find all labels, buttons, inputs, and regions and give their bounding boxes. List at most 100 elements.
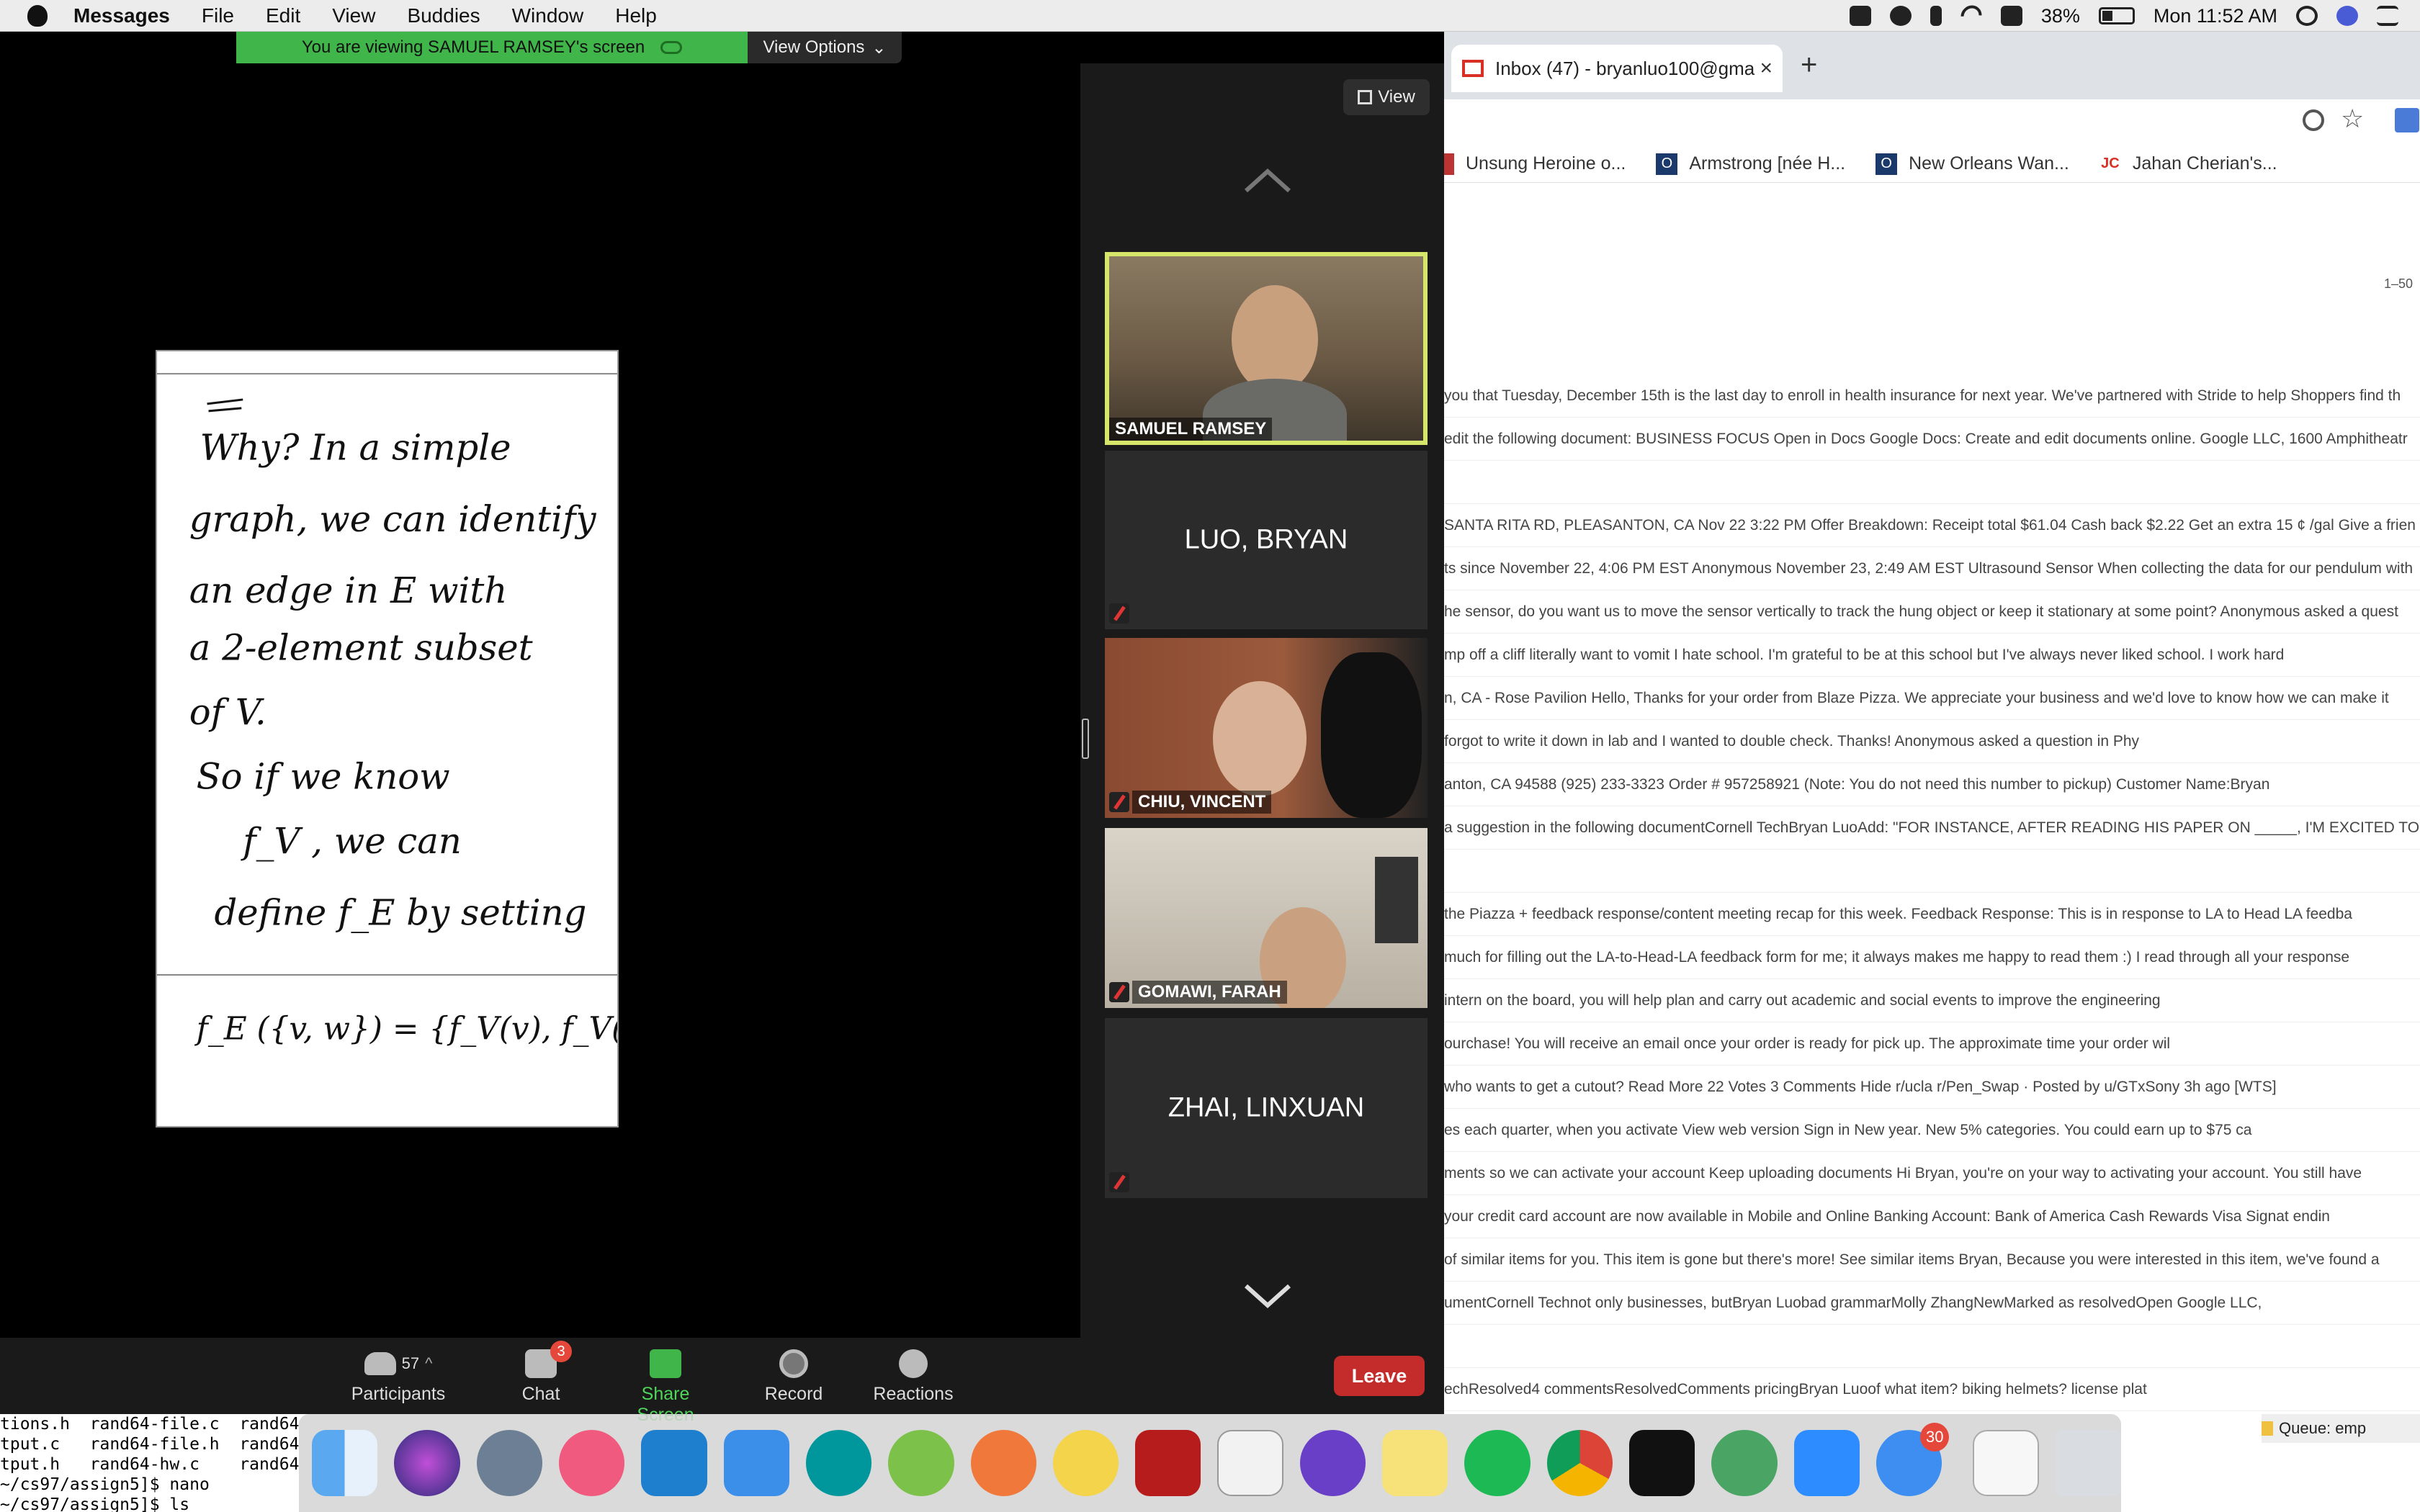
panel-resize-handle[interactable] xyxy=(1082,719,1089,759)
zoom-status-icon[interactable] xyxy=(1849,6,1871,26)
new-tab-button[interactable]: + xyxy=(1801,49,1817,81)
bookmark-item[interactable]: Unsung Heroine o... xyxy=(1444,153,1626,175)
email-row[interactable]: edit the following document: BUSINESS FO… xyxy=(1444,418,2420,461)
chevron-up-icon[interactable] xyxy=(1242,166,1293,194)
menu-view[interactable]: View xyxy=(332,4,375,27)
spotify-icon[interactable] xyxy=(1464,1430,1531,1496)
terminal-dock-icon[interactable] xyxy=(1629,1430,1695,1496)
close-tab-icon[interactable]: × xyxy=(1760,56,1773,81)
status-area: 38% Mon 11:52 AM xyxy=(1849,0,2398,32)
trash-icon[interactable] xyxy=(2055,1430,2121,1496)
whiteboard-line-6: So if we know xyxy=(197,756,450,798)
zoom-magnifier-icon[interactable] xyxy=(2303,109,2324,131)
zoom-dock-icon[interactable] xyxy=(1793,1430,1860,1496)
chevron-down-icon: ⌄ xyxy=(871,37,887,58)
music-icon[interactable] xyxy=(558,1430,625,1496)
menu-help[interactable]: Help xyxy=(615,4,657,27)
bookmark-item[interactable]: JC Jahan Cherian's... xyxy=(2099,153,2277,175)
video-tile-zhai-linxuan[interactable]: ZHAI, LINXUAN xyxy=(1105,1018,1428,1198)
email-row[interactable] xyxy=(1444,1325,2420,1368)
email-row[interactable]: a suggestion in the following documentCo… xyxy=(1444,806,2420,850)
stickies-icon[interactable] xyxy=(1382,1430,1448,1496)
email-row[interactable]: who wants to get a cutout? Read More 22 … xyxy=(1444,1066,2420,1109)
view-options-button[interactable]: View Options ⌄ xyxy=(748,32,902,63)
airplay-icon[interactable] xyxy=(2000,6,2022,26)
email-row[interactable]: ourchase! You will receive an email once… xyxy=(1444,1022,2420,1066)
menu-file[interactable]: File xyxy=(202,4,234,27)
finder-icon[interactable] xyxy=(312,1430,378,1496)
email-snippet: edit the following document: BUSINESS FO… xyxy=(1444,430,2408,447)
clock[interactable]: Mon 11:52 AM xyxy=(2154,5,2277,27)
menu-window[interactable]: Window xyxy=(512,4,584,27)
vpn-icon[interactable] xyxy=(1711,1430,1778,1496)
email-row[interactable]: es each quarter, when you activate View … xyxy=(1444,1109,2420,1152)
globe-status-icon[interactable] xyxy=(1889,6,1912,26)
cyberduck-icon[interactable] xyxy=(1052,1430,1119,1496)
video-tile-chiu-vincent[interactable]: CHIU, VINCENT xyxy=(1105,638,1428,818)
messages-dock-icon[interactable]: 30 xyxy=(1876,1423,1950,1496)
launchpad-icon[interactable] xyxy=(476,1430,542,1496)
email-row[interactable]: intern on the board, you will help plan … xyxy=(1444,979,2420,1022)
wifi-icon[interactable] xyxy=(1956,1,1986,31)
terminal-line: tput.h rand64-hw.c rand64 xyxy=(0,1455,300,1474)
share-screen-button[interactable]: Share Screen xyxy=(611,1345,720,1425)
gmail-tab[interactable]: Inbox (47) - bryanluo100@gma × xyxy=(1451,45,1783,92)
imovie-icon[interactable] xyxy=(1299,1430,1366,1496)
chevron-down-icon[interactable] xyxy=(1242,1280,1293,1309)
battery-icon[interactable] xyxy=(2098,7,2135,24)
extension-icon[interactable] xyxy=(2395,108,2419,132)
arduino-icon[interactable] xyxy=(805,1430,872,1496)
record-button[interactable]: Record xyxy=(740,1345,848,1410)
email-row[interactable]: SANTA RITA RD, PLEASANTON, CA Nov 22 3:2… xyxy=(1444,504,2420,547)
email-row[interactable]: the Piazza + feedback response/content m… xyxy=(1444,893,2420,936)
leave-meeting-button[interactable]: Leave xyxy=(1334,1356,1425,1396)
menu-edit[interactable]: Edit xyxy=(266,4,300,27)
xcode-icon[interactable] xyxy=(723,1430,789,1496)
video-tile-samuel-ramsey[interactable]: SAMUEL RAMSEY xyxy=(1105,252,1428,445)
view-layout-button[interactable]: View xyxy=(1343,79,1430,115)
textedit-icon[interactable] xyxy=(1217,1430,1283,1496)
email-row[interactable]: of similar items for you. This item is g… xyxy=(1444,1238,2420,1282)
email-row[interactable]: echResolved4 commentsResolvedComments pr… xyxy=(1444,1368,2420,1411)
terminal-window[interactable]: tions.h rand64-file.c rand64 tput.c rand6… xyxy=(0,1414,302,1512)
email-row[interactable]: you that Tuesday, December 15th is the l… xyxy=(1444,374,2420,418)
siri-icon[interactable] xyxy=(2336,6,2358,26)
siri-dock-icon[interactable] xyxy=(394,1430,460,1496)
android-studio-icon[interactable] xyxy=(888,1430,954,1496)
email-row[interactable]: umentCornell Technot only businesses, bu… xyxy=(1444,1282,2420,1325)
video-tile-gomawi-farah[interactable]: GOMAWI, FARAH xyxy=(1105,828,1428,1008)
bookmark-favicon xyxy=(1444,153,1454,175)
notification-center-icon[interactable] xyxy=(2377,6,2398,26)
email-row[interactable]: anton, CA 94588 (925) 233-3323 Order # 9… xyxy=(1444,763,2420,806)
email-row[interactable]: n, CA - Rose Pavilion Hello, Thanks for … xyxy=(1444,677,2420,720)
caret-up-icon[interactable]: ^ xyxy=(425,1354,432,1373)
reactions-button[interactable]: Reactions xyxy=(859,1345,967,1410)
bookmark-star-icon[interactable]: ☆ xyxy=(2341,104,2364,134)
video-tile-luo-bryan[interactable]: LUO, BRYAN xyxy=(1105,451,1428,629)
email-row[interactable] xyxy=(1444,461,2420,504)
email-row[interactable]: mp off a cliff literally want to vomit I… xyxy=(1444,634,2420,677)
bluetooth-icon[interactable] xyxy=(1930,6,1942,26)
document-stack-icon[interactable] xyxy=(1973,1430,2039,1496)
email-row[interactable]: ments so we can activate your account Ke… xyxy=(1444,1152,2420,1195)
spotlight-search-icon[interactable] xyxy=(2296,6,2318,26)
participants-button[interactable]: 57 ^ Participants xyxy=(344,1345,452,1410)
bookmark-item[interactable]: O New Orleans Wan... xyxy=(1876,153,2069,175)
email-row[interactable]: much for filling out the LA-to-Head-LA f… xyxy=(1444,936,2420,979)
menu-app-name[interactable]: Messages xyxy=(73,4,170,27)
menu-buddies[interactable]: Buddies xyxy=(407,4,480,27)
email-row[interactable]: he sensor, do you want us to move the se… xyxy=(1444,590,2420,634)
filezilla-icon[interactable] xyxy=(1135,1430,1201,1496)
email-row[interactable]: ts since November 22, 4:06 PM EST Anonym… xyxy=(1444,547,2420,590)
bookmark-item[interactable]: O Armstrong [née H... xyxy=(1656,153,1845,175)
bookmark-label: New Orleans Wan... xyxy=(1909,153,2069,174)
pages-icon[interactable] xyxy=(970,1430,1036,1496)
email-row[interactable] xyxy=(1444,850,2420,893)
email-row[interactable]: forgot to write it down in lab and I wan… xyxy=(1444,720,2420,763)
chrome-dock-icon[interactable] xyxy=(1546,1430,1613,1496)
email-snippet: ments so we can activate your account Ke… xyxy=(1444,1164,2362,1182)
email-row[interactable]: your credit card account are now availab… xyxy=(1444,1195,2420,1238)
chat-button[interactable]: 3 Chat xyxy=(487,1341,595,1410)
vscode-icon[interactable] xyxy=(641,1430,707,1496)
apple-icon[interactable] xyxy=(27,4,48,27)
